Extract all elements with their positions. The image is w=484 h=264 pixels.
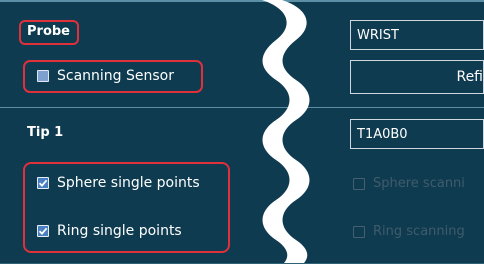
sphere-single-points-checkbox[interactable]: Sphere single points <box>37 175 200 191</box>
sphere-scanning-label: Sphere scanni <box>373 176 465 191</box>
probe-action-button-label: Refi <box>456 69 483 85</box>
ring-single-points-checkbox-box[interactable] <box>37 225 49 237</box>
sphere-scanning-checkbox-box[interactable] <box>353 177 365 190</box>
checkmark-icon <box>38 179 48 187</box>
ring-scanning-label: Ring scanning <box>373 224 465 239</box>
torn-break-graphic <box>262 0 310 263</box>
ring-scanning-checkbox[interactable]: Ring scanning <box>353 224 465 239</box>
sphere-scanning-checkbox[interactable]: Sphere scanni <box>353 176 465 191</box>
tip-select-value: T1A0B0 <box>357 126 408 142</box>
ring-scanning-checkbox-box[interactable] <box>353 225 365 238</box>
probe-select[interactable]: WRIST <box>350 20 484 50</box>
probe-select-value: WRIST <box>357 27 399 43</box>
scanning-sensor-highlight <box>23 60 203 93</box>
ring-single-points-checkbox[interactable]: Ring single points <box>37 223 182 239</box>
tip-select[interactable]: T1A0B0 <box>350 119 484 149</box>
ring-single-points-label: Ring single points <box>57 223 182 239</box>
tip-label: Tip 1 <box>27 125 64 140</box>
sphere-single-points-checkbox-box[interactable] <box>37 177 49 189</box>
probe-action-button[interactable]: Refi <box>350 60 484 94</box>
sphere-single-points-label: Sphere single points <box>57 175 200 191</box>
probe-label-highlight <box>19 20 79 45</box>
checkmark-icon <box>38 227 48 235</box>
